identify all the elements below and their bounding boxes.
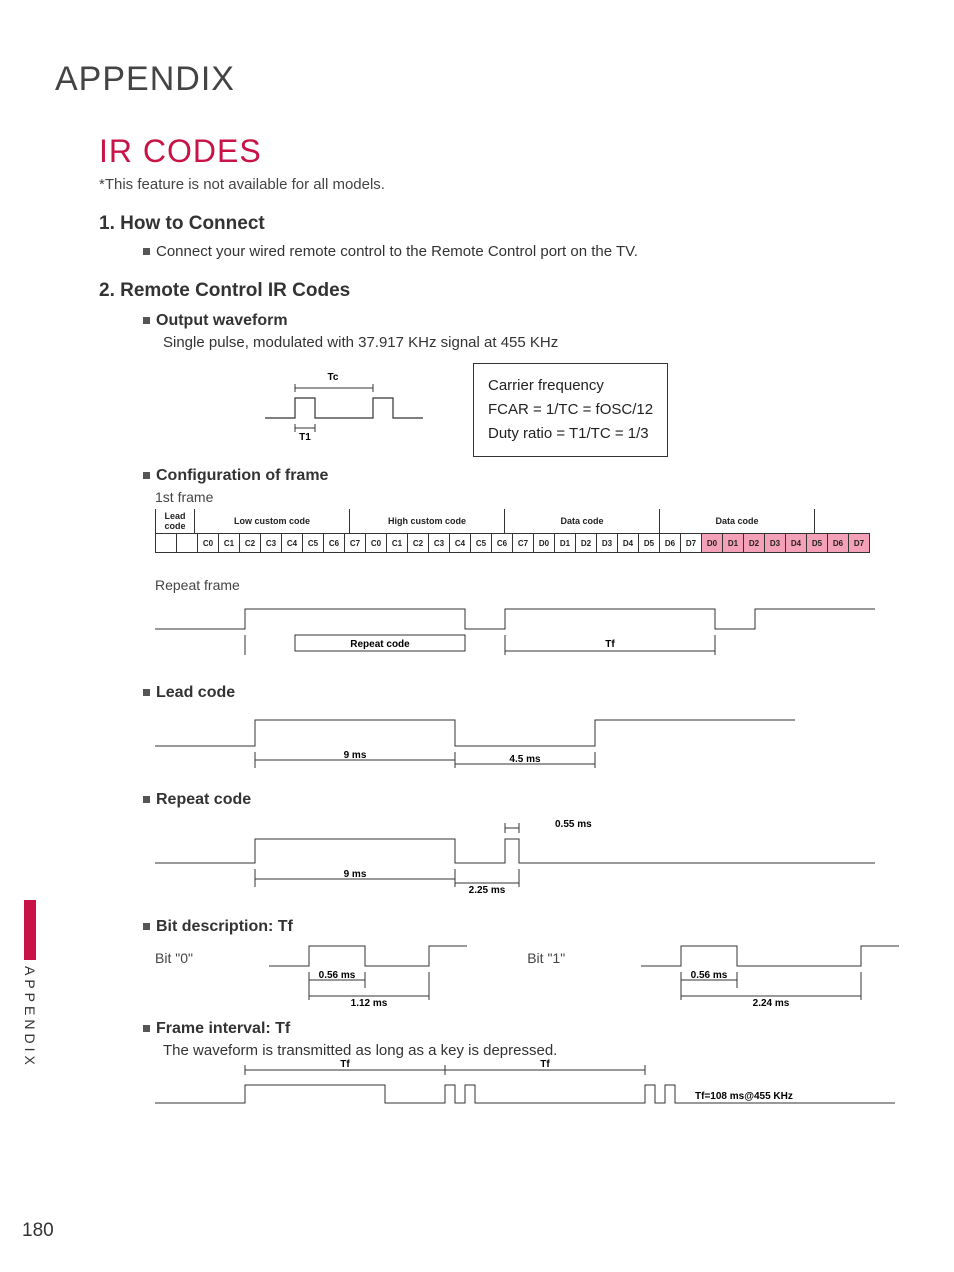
carrier-l1: Carrier frequency — [488, 374, 653, 398]
sub-frame: Frame interval: Tf — [143, 1020, 899, 1038]
frame-table-wrap: Lead code Low custom code High custom co… — [155, 509, 899, 553]
t1-label: T1 — [299, 432, 311, 443]
config-heading: Configuration of frame — [156, 467, 328, 484]
page-number: 180 — [22, 1220, 54, 1242]
repeat-frame-diagram: Repeat code Tf — [155, 599, 899, 664]
frame-table-headers: Lead code Low custom code High custom co… — [155, 509, 815, 533]
svg-text:0.55 ms: 0.55 ms — [555, 819, 592, 830]
svg-text:4.5 ms: 4.5 ms — [509, 754, 541, 765]
svg-text:0.56 ms: 0.56 ms — [318, 970, 355, 981]
svg-text:2.25 ms: 2.25 ms — [469, 885, 506, 896]
bit0-diagram: 0.56 ms 1.12 ms — [269, 940, 468, 1010]
output-body: Single pulse, modulated with 37.917 KHz … — [163, 334, 899, 351]
bit-heading: Bit description: Tf — [156, 918, 293, 935]
repeat-diagram: 0.55 ms 9 ms 2.25 ms — [155, 813, 899, 908]
chapter-title: APPENDIX — [55, 60, 899, 99]
sub-lead: Lead code — [143, 684, 899, 702]
output-heading: Output waveform — [156, 312, 288, 329]
bit0-label: Bit "0" — [155, 940, 209, 1010]
sub-bit: Bit description: Tf — [143, 918, 899, 936]
bit-row: Bit "0" 0.56 ms 1.12 ms Bit "1" 0.56 ms … — [155, 940, 899, 1010]
note: *This feature is not available for all m… — [99, 176, 899, 193]
heading-codes: 2. Remote Control IR Codes — [99, 280, 899, 302]
svg-text:Tf: Tf — [540, 1059, 550, 1070]
bit1-label: Bit "1" — [527, 940, 581, 1010]
lead-diagram: 9 ms 4.5 ms — [155, 706, 899, 781]
lead-heading: Lead code — [156, 684, 235, 701]
svg-text:Repeat code: Repeat code — [350, 639, 410, 650]
side-text: APPENDIX — [22, 966, 38, 1069]
section-title: IR CODES — [99, 133, 899, 170]
svg-text:9 ms: 9 ms — [344, 869, 367, 880]
heading-connect: 1. How to Connect — [99, 213, 899, 235]
tc-waveform: Tc T1 — [255, 368, 425, 453]
svg-text:0.56 ms: 0.56 ms — [690, 970, 727, 981]
sub-repeat: Repeat code — [143, 791, 899, 809]
svg-text:Tf=108 ms@455 KHz: Tf=108 ms@455 KHz — [695, 1091, 793, 1102]
carrier-l3: Duty ratio = T1/TC = 1/3 — [488, 422, 653, 446]
repeat-frame-label: Repeat frame — [155, 577, 899, 593]
first-frame-label: 1st frame — [155, 489, 899, 505]
repeat-heading: Repeat code — [156, 791, 251, 808]
svg-text:9 ms: 9 ms — [344, 750, 367, 761]
sub-config: Configuration of frame — [143, 467, 899, 485]
tc-label: Tc — [328, 372, 339, 383]
frame-diagram: Tf Tf Tf=108 ms@455 KHz — [155, 1059, 899, 1124]
svg-text:Tf: Tf — [605, 639, 615, 650]
sub-output: Output waveform — [143, 312, 899, 330]
connect-body: Connect your wired remote control to the… — [143, 243, 899, 260]
frame-table: C0C1C2C3C4C5C6C7 C0C1C2C3C4C5C6C7 D0D1D2… — [155, 533, 870, 553]
side-accent — [24, 900, 36, 960]
carrier-l2: FCAR = 1/TC = fOSC/12 — [488, 398, 653, 422]
side-tab: APPENDIX — [22, 900, 38, 1069]
svg-text:2.24 ms: 2.24 ms — [752, 998, 789, 1009]
svg-text:Tf: Tf — [340, 1059, 350, 1070]
page: APPENDIX IR CODES *This feature is not a… — [0, 0, 954, 1272]
carrier-box: Carrier frequency FCAR = 1/TC = fOSC/12 … — [473, 363, 668, 457]
frame-heading: Frame interval: Tf — [156, 1020, 290, 1037]
bit1-diagram: 0.56 ms 2.24 ms — [641, 940, 899, 1010]
svg-text:1.12 ms: 1.12 ms — [350, 998, 387, 1009]
frame-body: The waveform is transmitted as long as a… — [163, 1042, 899, 1059]
connect-text: Connect your wired remote control to the… — [156, 243, 638, 260]
